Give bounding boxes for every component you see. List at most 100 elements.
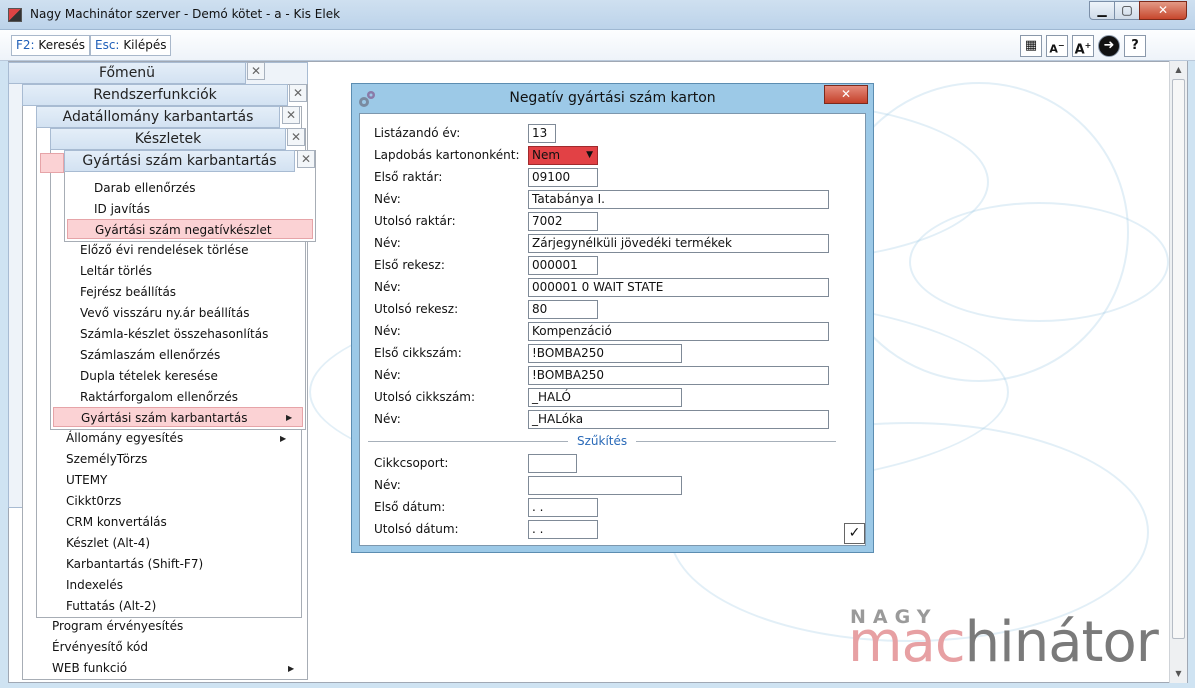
field-label: Utolsó dátum: (374, 522, 459, 536)
field-label: Első raktár: (374, 170, 443, 184)
close-system-functions-icon[interactable]: ✕ (289, 84, 307, 102)
first-bin-name[interactable]: 000001 0 WAIT STATE (528, 278, 829, 297)
menu-item-persons[interactable]: SzemélyTörzs (66, 449, 296, 469)
scroll-down-icon[interactable]: ▼ (1170, 665, 1187, 682)
scroll-thumb[interactable] (1172, 79, 1185, 639)
field-label: Név: (374, 280, 401, 294)
field-label: Első cikkszám: (374, 346, 462, 360)
field-label: Név: (374, 236, 401, 250)
font-decrease-icon[interactable]: A− (1046, 35, 1068, 57)
submenu-arrow-icon: ▶ (280, 434, 287, 443)
dialog-title: Negatív gyártási szám karton (509, 90, 716, 106)
item-group-input[interactable] (528, 454, 577, 473)
field-label: Név: (374, 368, 401, 382)
help-icon[interactable]: ? (1124, 35, 1146, 57)
first-date-input[interactable]: . . (528, 498, 598, 517)
menu-item-delete-inventory[interactable]: Leltár törlés (80, 261, 302, 281)
field-label: Listázandó év: (374, 126, 461, 140)
first-item-name[interactable]: !BOMBA250 (528, 366, 829, 385)
menu-item-warehouse-turnover[interactable]: Raktárforgalom ellenőrzés (80, 387, 302, 407)
menu-item-maintenance[interactable]: Karbantartás (Shift-F7) (66, 554, 296, 574)
menu-item-run[interactable]: Futtatás (Alt-2) (66, 596, 296, 616)
dialog-body: Listázandó év: 13 Lapdobás kartononként:… (359, 113, 866, 546)
filter-section-title: Szűkítés (577, 434, 628, 448)
field-label: Név: (374, 478, 401, 492)
menu-item-id-fix[interactable]: ID javítás (94, 199, 304, 219)
last-bin-input[interactable]: 80 (528, 300, 598, 319)
font-increase-icon[interactable]: A+ (1072, 35, 1094, 57)
window-title: Nagy Machinátor szerver - Demó kötet - a… (30, 7, 341, 21)
close-stock-icon[interactable]: ✕ (287, 128, 305, 146)
dropdown-arrow-icon: ▼ (586, 150, 593, 160)
data-maintenance-title: Adatállomány karbantartás (36, 106, 280, 128)
menu-item-web-functions[interactable]: WEB funkció (52, 658, 302, 678)
ok-checkmark-button[interactable]: ✓ (844, 523, 865, 544)
field-label: Cikkcsoport: (374, 456, 449, 470)
toolbar: F2: Keresés Esc: Kilépés ▦ A− A+ ➜ ? (0, 30, 1195, 61)
page-break-select[interactable]: Nem ▼ (528, 146, 598, 165)
navigate-icon[interactable]: ➜ (1098, 35, 1120, 57)
menu-item-stock[interactable]: Készlet (Alt-4) (66, 533, 296, 553)
minimize-button[interactable]: ▁ (1089, 1, 1115, 20)
menu-item-header-settings[interactable]: Fejrész beállítás (80, 282, 302, 302)
menu-item-item-master[interactable]: Cikkt0rzs (66, 491, 296, 511)
field-label: Utolsó cikkszám: (374, 390, 476, 404)
exit-label: Kilépés (123, 38, 167, 52)
last-item-input[interactable]: _HALÓ (528, 388, 682, 407)
highlight-stub (40, 153, 64, 173)
title-bar: Nagy Machinátor szerver - Demó kötet - a… (0, 0, 1195, 30)
year-input[interactable]: 13 (528, 124, 556, 143)
negative-serial-dialog: Negatív gyártási szám karton ✕ Listázand… (351, 83, 874, 553)
first-warehouse-name[interactable]: Tatabánya I. (528, 190, 829, 209)
last-date-input[interactable]: . . (528, 520, 598, 539)
menu-item-serial-negative-stock[interactable]: Gyártási szám negatívkészlet (67, 219, 313, 239)
menu-item-validation-code[interactable]: Érvényesítő kód (52, 637, 302, 657)
menu-item-return-price[interactable]: Vevő visszáru ny.ár beállítás (80, 303, 302, 323)
menu-item-utemy[interactable]: UTEMY (66, 470, 296, 490)
menu-item-invoice-number-check[interactable]: Számlaszám ellenőrzés (80, 345, 302, 365)
first-warehouse-input[interactable]: 09100 (528, 168, 598, 187)
field-label: Utolsó rekesz: (374, 302, 459, 316)
last-bin-name[interactable]: Kompenzáció (528, 322, 829, 341)
close-data-maintenance-icon[interactable]: ✕ (282, 106, 300, 124)
last-item-name[interactable]: _HALóka (528, 410, 829, 429)
close-window-button[interactable]: ✕ (1139, 1, 1187, 20)
close-main-menu-icon[interactable]: ✕ (247, 62, 265, 80)
exit-button[interactable]: Esc: Kilépés (90, 35, 172, 56)
logo-part-2: hinátor (964, 610, 1159, 675)
scroll-up-icon[interactable]: ▲ (1170, 61, 1187, 78)
exit-shortcut: Esc: (95, 38, 120, 52)
close-dialog-button[interactable]: ✕ (824, 85, 868, 104)
first-bin-input[interactable]: 000001 (528, 256, 598, 275)
last-warehouse-input[interactable]: 7002 (528, 212, 598, 231)
main-menu-title: Főmenü (8, 62, 246, 84)
menu-item-piece-check[interactable]: Darab ellenőrzés (94, 178, 304, 198)
page-break-value: Nem (532, 148, 561, 162)
field-label: Név: (374, 324, 401, 338)
field-label: Első rekesz: (374, 258, 445, 272)
menu-item-crm-convert[interactable]: CRM konvertálás (66, 512, 296, 532)
field-label: Utolsó raktár: (374, 214, 456, 228)
menu-item-merge[interactable]: Állomány egyesítés (66, 428, 296, 448)
menu-item-duplicate-search[interactable]: Dupla tételek keresése (80, 366, 302, 386)
logo: machinátor (848, 610, 1159, 675)
first-item-input[interactable]: !BOMBA250 (528, 344, 682, 363)
font-decrease-glyph: A (1049, 42, 1058, 56)
vertical-scrollbar[interactable]: ▲ ▼ (1169, 61, 1187, 683)
submenu-arrow-icon: ▶ (286, 413, 293, 422)
grid-view-icon[interactable]: ▦ (1020, 35, 1042, 57)
menu-item-invoice-stock-compare[interactable]: Számla-készlet összehasonlítás (80, 324, 302, 344)
search-button[interactable]: F2: Keresés (11, 35, 91, 56)
menu-item-delete-prev-orders[interactable]: Előző évi rendelések törlése (80, 240, 302, 260)
menu-item-program-validation[interactable]: Program érvényesítés (52, 616, 302, 636)
menu-item-serial-maintenance[interactable]: Gyártási szám karbantartás (53, 407, 303, 427)
maximize-button[interactable]: ▢ (1114, 1, 1140, 20)
separator-left (368, 441, 568, 442)
app-icon (8, 8, 22, 22)
last-warehouse-name[interactable]: Zárjegynélküli jövedéki termékek (528, 234, 829, 253)
menu-item-indexing[interactable]: Indexelés (66, 575, 296, 595)
search-shortcut: F2: (16, 38, 35, 52)
field-label: Lapdobás kartononként: (374, 148, 520, 162)
close-serial-maintenance-icon[interactable]: ✕ (297, 150, 315, 168)
item-group-name[interactable] (528, 476, 682, 495)
